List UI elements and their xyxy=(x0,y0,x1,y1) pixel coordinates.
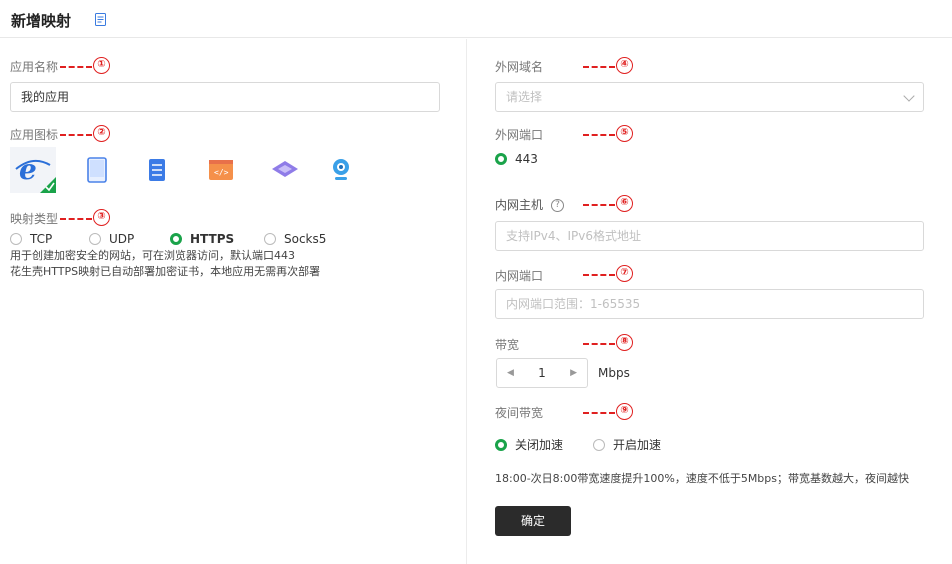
tablet-icon[interactable] xyxy=(74,147,120,193)
app-icon-label: 应用图标 xyxy=(10,128,59,142)
decrement-icon[interactable]: ◀ xyxy=(507,368,514,378)
domain-select[interactable]: 请选择 xyxy=(495,82,924,112)
ext-port-label: 外网端口 xyxy=(495,128,544,142)
host-label: 内网主机? xyxy=(495,196,565,213)
annotation-7: ⑦ xyxy=(583,265,635,283)
annotation-6: ⑥ xyxy=(583,195,635,213)
radio-dot-selected xyxy=(495,153,507,165)
radio-dot-selected xyxy=(170,233,182,245)
increment-icon[interactable]: ▶ xyxy=(570,368,577,378)
column-divider xyxy=(466,39,467,564)
confirm-button[interactable]: 确定 xyxy=(495,506,571,536)
domain-label: 外网域名 xyxy=(495,60,544,74)
annotation-9: ⑨ xyxy=(583,403,635,421)
document-icon[interactable] xyxy=(95,13,106,26)
header: 新增映射 xyxy=(0,0,952,38)
app-name-input[interactable]: 我的应用 xyxy=(10,82,440,112)
server-icon[interactable] xyxy=(134,147,180,193)
ie-browser-icon[interactable]: e xyxy=(10,147,56,193)
int-port-input[interactable]: 内网端口范围：1-65535 xyxy=(495,289,924,319)
radio-dot xyxy=(264,233,276,245)
page-title: 新增映射 xyxy=(11,12,72,30)
radio-dot xyxy=(10,233,22,245)
bandwidth-label: 带宽 xyxy=(495,338,520,352)
night-bandwidth-description: 18:00-次日8:00带宽速度提升100%，速度不低于5Mbps；带宽基数越大… xyxy=(495,472,910,485)
annotation-2: ② xyxy=(60,125,112,143)
map-type-description-2: 花生壳HTTPS映射已自动部署加密证书，本地应用无需再次部署 xyxy=(10,265,321,278)
bandwidth-value[interactable]: 1 xyxy=(538,366,546,380)
radio-dot xyxy=(593,438,605,451)
annotation-3: ③ xyxy=(60,209,112,227)
annotation-4: ④ xyxy=(583,57,635,75)
radio-tcp[interactable]: TCP xyxy=(10,232,52,246)
webcam-icon[interactable] xyxy=(318,147,364,193)
radio-ext-port-443[interactable]: 443 xyxy=(495,152,538,166)
help-icon[interactable]: ? xyxy=(551,199,565,212)
annotation-8: ⑧ xyxy=(583,334,635,352)
svg-text:</>: </> xyxy=(214,168,229,177)
annotation-1: ① xyxy=(60,57,112,75)
radio-https[interactable]: HTTPS xyxy=(170,232,234,246)
svg-text:e: e xyxy=(19,153,37,186)
night-bandwidth-label: 夜间带宽 xyxy=(495,406,544,420)
annotation-5: ⑤ xyxy=(583,125,635,143)
host-input[interactable]: 支持IPv4、IPv6格式地址 xyxy=(495,221,924,251)
chevron-down-icon xyxy=(903,90,915,102)
radio-night-on[interactable]: 开启加速 xyxy=(593,436,661,453)
cube-icon[interactable] xyxy=(262,147,308,193)
radio-night-off[interactable]: 关闭加速 xyxy=(495,436,563,453)
radio-dot-selected xyxy=(495,438,507,451)
bandwidth-stepper[interactable]: ◀ 1 ▶ xyxy=(496,358,588,388)
radio-socks5[interactable]: Socks5 xyxy=(264,232,326,246)
radio-udp[interactable]: UDP xyxy=(89,232,134,246)
map-type-label: 映射类型 xyxy=(10,212,59,226)
int-port-label: 内网端口 xyxy=(495,269,544,283)
code-icon[interactable]: </> xyxy=(198,147,244,193)
app-name-label: 应用名称 xyxy=(10,60,59,74)
map-type-description-1: 用于创建加密安全的网站，可在浏览器访问，默认端口443 xyxy=(10,249,295,262)
radio-dot xyxy=(89,233,101,245)
bandwidth-unit: Mbps xyxy=(598,366,630,380)
